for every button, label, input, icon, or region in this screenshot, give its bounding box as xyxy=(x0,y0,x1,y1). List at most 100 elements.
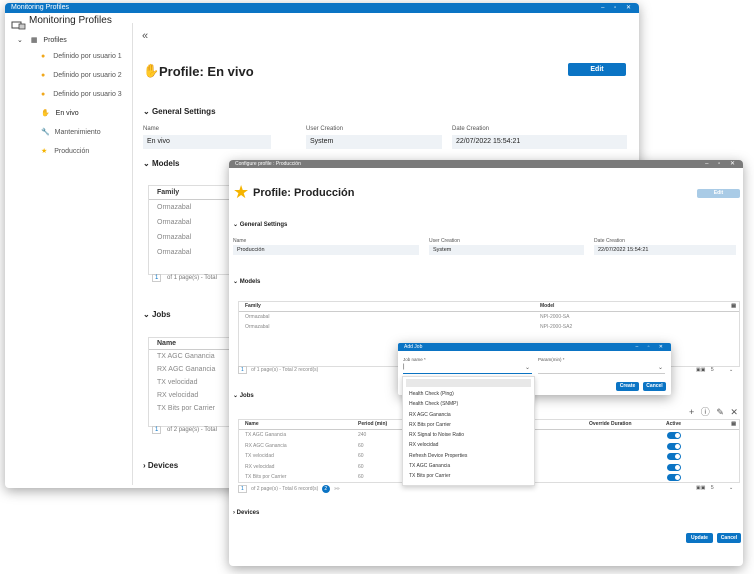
models-header[interactable]: ⌄ Models xyxy=(233,278,260,285)
user-creation-field: System xyxy=(306,135,442,149)
user-icon: ● xyxy=(41,91,46,98)
tree-item[interactable]: ● Definido por usuario 2 xyxy=(41,72,122,79)
params-select[interactable]: ⌄ xyxy=(538,364,665,374)
dropdown-option[interactable]: RX velocidad xyxy=(403,440,534,450)
edit-button[interactable]: Edit xyxy=(697,189,740,198)
column-header[interactable]: Active xyxy=(666,420,681,429)
jobs-header[interactable]: ⌄ Jobs xyxy=(143,310,171,319)
tree-item-label: Producción xyxy=(54,148,90,155)
tree-item[interactable]: ● Definido por usuario 3 xyxy=(41,91,122,98)
table-row[interactable]: Ormazabal xyxy=(149,215,239,230)
table-row[interactable]: Ormazabal xyxy=(149,200,239,215)
column-menu-icon[interactable]: ▤ xyxy=(731,420,736,429)
jobs-page-size[interactable]: ▣▣ 5 ⌄ xyxy=(696,485,733,491)
column-header[interactable]: Period (min) xyxy=(358,420,387,429)
table-row[interactable]: TX Bits por Carrier xyxy=(149,402,239,415)
table-row[interactable]: Ormazabal NPI-2000-SA2 xyxy=(239,322,739,332)
cell: RX velocidad xyxy=(245,463,275,470)
tree-item-label: Definido por usuario 1 xyxy=(53,53,122,60)
chevron-down-icon: ⌄ xyxy=(143,107,150,116)
name-field: Producción xyxy=(233,245,419,255)
edit-icon[interactable]: ✎ xyxy=(716,407,724,417)
models-header[interactable]: ⌄ Models xyxy=(143,159,180,168)
export-icon[interactable]: ▣▣ xyxy=(696,485,705,491)
dropdown-option[interactable]: Health Check (Ping) xyxy=(403,389,534,399)
window-controls[interactable]: – ▫ ✕ xyxy=(705,160,739,168)
cancel-button[interactable]: Cancel xyxy=(643,382,666,391)
models-pager: 1 of 1 page(s) - Total 2 record(s) xyxy=(238,366,318,374)
add-icon[interactable]: + xyxy=(689,407,694,417)
section-label: Devices xyxy=(236,510,260,516)
user-icon: ● xyxy=(41,53,46,60)
jobs-pager: 1 of 2 page(s) - Total xyxy=(152,426,217,434)
active-toggle[interactable] xyxy=(667,442,681,450)
table-row[interactable]: TX AGC Ganancia xyxy=(149,350,239,363)
hand-icon: ✋ xyxy=(143,63,160,78)
window-controls[interactable]: – ▫ ✕ xyxy=(635,343,667,351)
page-input[interactable]: 1 xyxy=(238,485,247,493)
general-settings-header[interactable]: ⌄ General Settings xyxy=(233,221,287,228)
pager-total: 1 xyxy=(173,275,178,281)
column-header[interactable]: Override Duration xyxy=(589,420,632,429)
chevron-down-icon: ⌄ xyxy=(143,310,150,319)
tree-item[interactable]: ★ Producción xyxy=(41,147,89,155)
tree-item[interactable]: 🔧 Mantenimiento xyxy=(41,128,101,136)
dropdown-option[interactable]: RX AGC Ganancia xyxy=(403,410,534,420)
table-row[interactable]: TX velocidad xyxy=(149,376,239,389)
dropdown-option[interactable]: Health Check (SNMP) xyxy=(403,399,534,409)
window-controls[interactable]: – ▫ ✕ xyxy=(601,3,635,13)
page-input[interactable]: 1 xyxy=(238,366,247,374)
devices-header[interactable]: › Devices xyxy=(233,510,259,516)
tree-item-selected[interactable]: ✋ En vivo xyxy=(41,109,79,117)
name-label: Name xyxy=(233,238,247,244)
edit-button[interactable]: Edit xyxy=(568,63,626,76)
page-input[interactable]: 1 xyxy=(152,274,162,282)
column-menu-icon[interactable]: ▤ xyxy=(731,302,736,311)
export-icon[interactable]: ▣▣ xyxy=(696,367,705,373)
column-header[interactable]: Model xyxy=(540,302,554,311)
dropdown-option[interactable]: TX AGC Ganancia xyxy=(403,461,534,471)
create-button[interactable]: Create xyxy=(616,382,639,391)
last-page-button[interactable]: »» xyxy=(334,486,340,492)
table-row[interactable]: Ormazabal xyxy=(149,245,239,260)
devices-header[interactable]: › Devices xyxy=(143,461,178,470)
page-input[interactable]: 1 xyxy=(152,426,162,434)
next-page-button[interactable]: 2 xyxy=(321,485,330,493)
column-header[interactable]: Family xyxy=(245,302,261,311)
column-header[interactable]: Name xyxy=(245,420,259,429)
cell: 240 xyxy=(358,432,367,438)
dropdown-option[interactable]: RX Bits por Carrier xyxy=(403,420,534,430)
tree-item-label: Mantenimiento xyxy=(54,129,101,136)
table-row[interactable]: RX AGC Ganancia xyxy=(149,363,239,376)
table-row[interactable]: Ormazabal xyxy=(149,230,239,245)
active-toggle[interactable] xyxy=(667,474,681,481)
jobs-header[interactable]: ⌄ Jobs xyxy=(233,392,254,399)
collapse-sidebar-button[interactable]: « xyxy=(142,30,148,42)
dropdown-search[interactable] xyxy=(406,379,531,387)
cell: NPI-2000-SA2 xyxy=(540,324,573,330)
table-header: Name xyxy=(149,338,239,350)
job-name-select[interactable]: | ⌄ xyxy=(403,364,532,374)
table-row[interactable]: RX velocidad xyxy=(149,389,239,402)
date-creation-label: Date Creation xyxy=(452,126,490,132)
active-toggle[interactable] xyxy=(667,463,681,471)
dropdown-option[interactable]: Refresh Device Properties xyxy=(403,451,534,461)
tree-item[interactable]: ● Definido por usuario 1 xyxy=(41,53,122,60)
sidebar-divider xyxy=(132,23,133,485)
models-page-size[interactable]: ▣▣ 5 ⌄ xyxy=(696,367,733,373)
close-icon[interactable]: ✕ xyxy=(730,407,738,417)
cancel-button[interactable]: Cancel xyxy=(717,533,741,543)
tree-root[interactable]: ⌄ ▦ Profiles xyxy=(17,36,67,44)
info-icon[interactable]: ⓘ xyxy=(701,407,710,417)
page-title: Profile: En vivo xyxy=(159,64,254,79)
table-row[interactable]: Ormazabal NPI-2000-SA xyxy=(239,312,739,322)
cell: Ormazabal xyxy=(245,324,270,330)
active-toggle[interactable] xyxy=(667,432,681,439)
dropdown-option[interactable]: RX Signal to Noise Ratio xyxy=(403,430,534,440)
active-toggle[interactable] xyxy=(667,453,681,460)
general-settings-header[interactable]: ⌄ General Settings xyxy=(143,107,216,116)
dropdown-option[interactable]: TX Bits por Carrier xyxy=(403,471,534,481)
pager-text: of 2 page(s) - Total 6 record(s) xyxy=(251,486,319,492)
update-button[interactable]: Update xyxy=(686,533,713,543)
section-label: Models xyxy=(239,279,261,285)
